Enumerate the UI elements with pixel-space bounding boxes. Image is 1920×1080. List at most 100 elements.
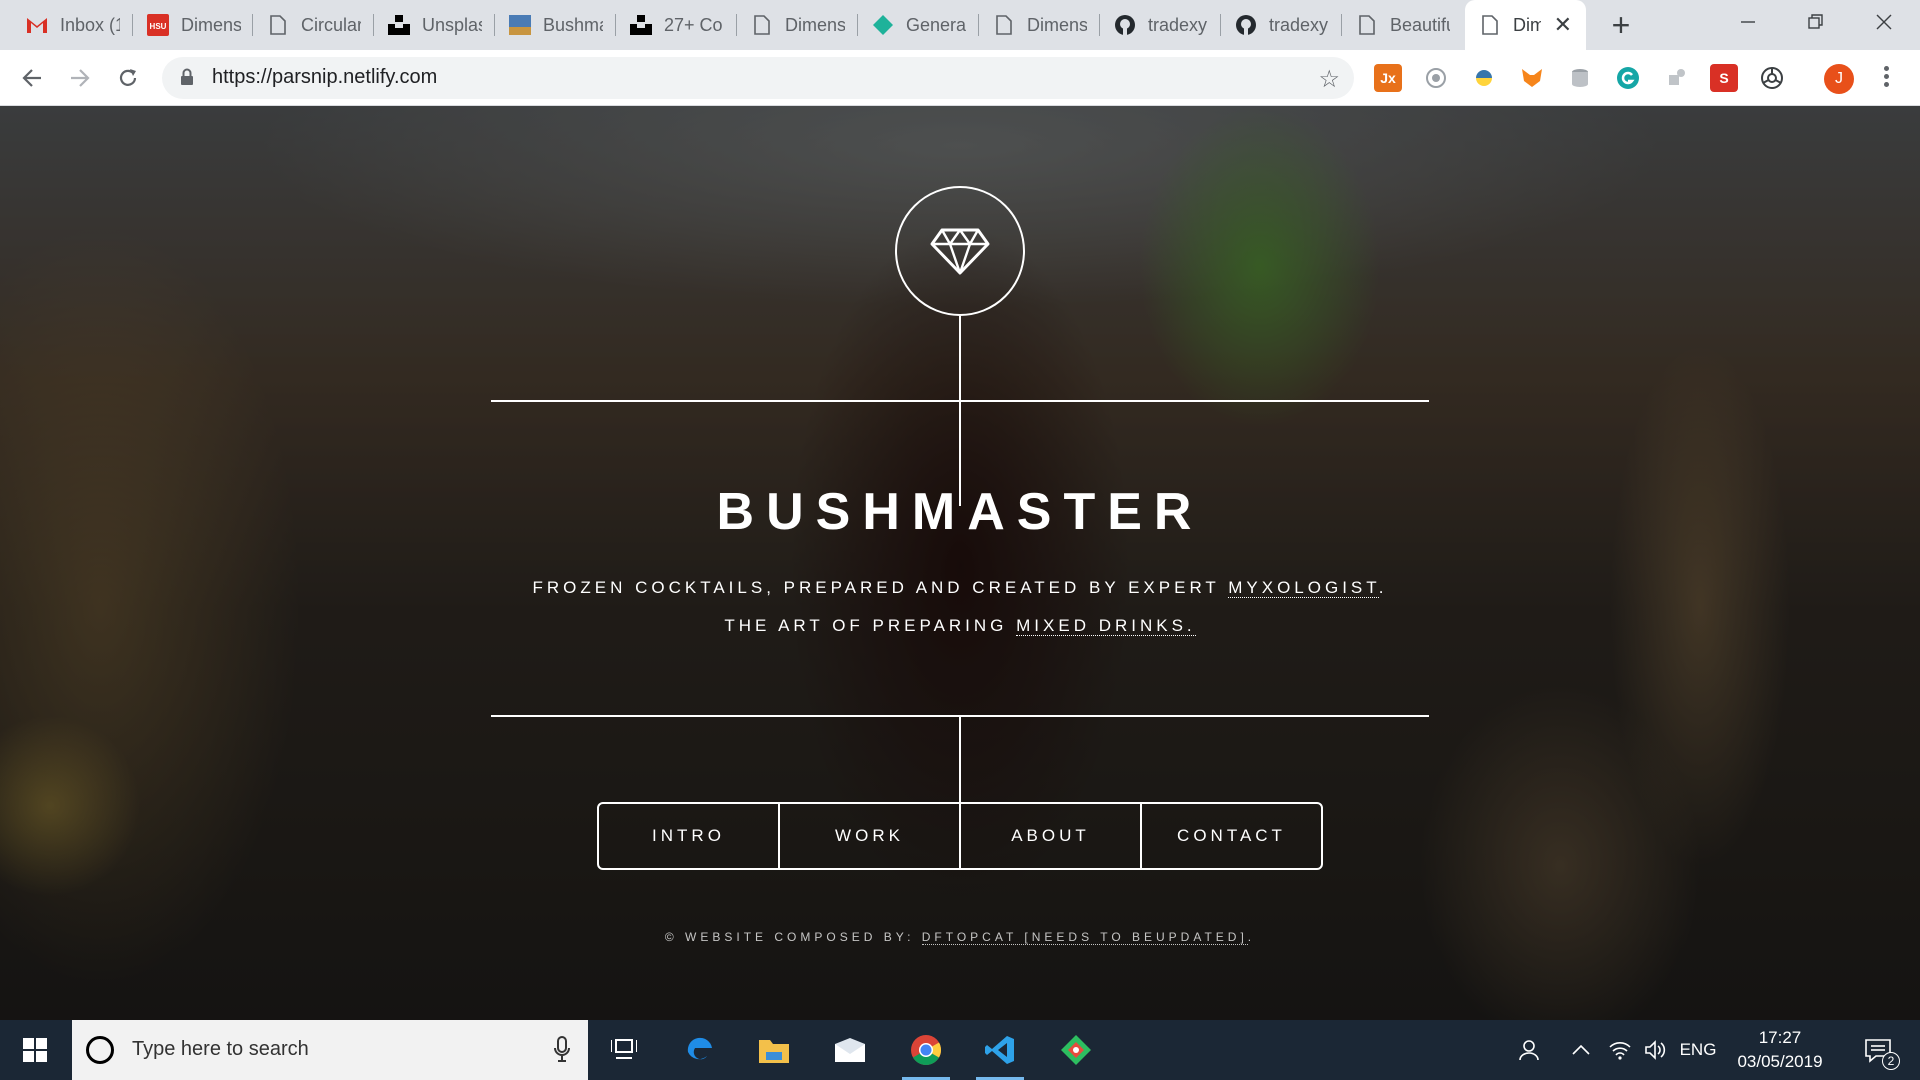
language-indicator[interactable]: ENG (1676, 1020, 1720, 1080)
tab-title: Dimens (181, 14, 241, 35)
tab-active-dim[interactable]: Dim ✕ (1465, 0, 1586, 50)
tab-tradexy-1[interactable]: tradexy (1100, 0, 1221, 50)
connector-line-bottom (959, 717, 961, 802)
diamond-icon (930, 228, 990, 275)
restore-button[interactable] (1782, 0, 1850, 44)
tab-title: Circular (301, 14, 361, 35)
wifi-icon[interactable] (1604, 1020, 1636, 1080)
chevron-up-icon[interactable] (1566, 1020, 1596, 1080)
chromium-extension-icon[interactable] (1758, 64, 1786, 92)
database-extension-icon[interactable] (1566, 64, 1594, 92)
unsplash-icon (388, 14, 410, 36)
cortana-icon (86, 1036, 114, 1064)
back-button[interactable] (14, 60, 50, 96)
bookmark-star-icon[interactable]: ☆ (1318, 65, 1340, 94)
unsplash-icon (630, 14, 652, 36)
tab-title: Unsplas (422, 14, 482, 35)
forward-button[interactable] (62, 60, 98, 96)
site-title: BUSHMASTER (716, 483, 1204, 541)
privacy-extension-icon[interactable] (1422, 64, 1450, 92)
tab-unsplash[interactable]: Unsplas (374, 0, 495, 50)
profile-avatar[interactable]: J (1824, 64, 1854, 94)
clock-date: 03/05/2019 (1737, 1052, 1823, 1071)
file-explorer-icon[interactable] (744, 1020, 804, 1080)
tab-circular[interactable]: Circular (253, 0, 374, 50)
page-icon (1479, 14, 1501, 36)
tab-bushmaster[interactable]: Bushma (495, 0, 616, 50)
tab-dimens-1[interactable]: HSU Dimens (133, 0, 253, 50)
tab-inbox[interactable]: Inbox (1 (12, 0, 133, 50)
tab-title: tradexy (1148, 14, 1208, 35)
tab-title: Dimens (785, 14, 845, 35)
volume-icon[interactable] (1640, 1020, 1672, 1080)
tab-tradexy-2[interactable]: tradexy (1221, 0, 1342, 50)
address-bar[interactable]: https://parsnip.netlify.com ☆ (162, 57, 1354, 99)
tab-dimens-2[interactable]: Dimens (737, 0, 858, 50)
taskbar-search[interactable]: Type here to search (72, 1020, 588, 1080)
tab-title: Dimens (1027, 14, 1087, 35)
nav-contact[interactable]: CONTACT (1142, 804, 1321, 868)
metamask-fox-icon[interactable] (1518, 64, 1546, 92)
gmail-icon (26, 14, 48, 36)
new-tab-button[interactable]: + (1602, 6, 1640, 44)
mixed-drinks-link[interactable]: MIXED DRINKS. (1016, 616, 1196, 636)
tab-title: Inbox (1 (60, 14, 120, 35)
nav-intro[interactable]: INTRO (599, 804, 780, 868)
github-icon (1235, 14, 1257, 36)
grammarly-extension-icon[interactable] (1614, 64, 1642, 92)
nav-work[interactable]: WORK (780, 804, 961, 868)
task-view-icon[interactable] (594, 1020, 654, 1080)
s-extension-icon[interactable]: S (1710, 64, 1738, 92)
notifications-icon[interactable]: 2 (1854, 1020, 1902, 1080)
hsu-icon: HSU (147, 14, 169, 36)
menu-dots-icon[interactable] (1876, 63, 1896, 95)
start-button[interactable] (0, 1020, 70, 1080)
minimize-button[interactable] (1714, 0, 1782, 44)
gitkraken-icon[interactable] (1046, 1020, 1106, 1080)
notification-count: 2 (1882, 1052, 1900, 1070)
close-window-button[interactable] (1850, 0, 1918, 44)
github-icon (1114, 14, 1136, 36)
footer-text: © WEBSITE COMPOSED BY: (664, 930, 922, 944)
clock-time: 17:27 (1758, 1028, 1802, 1047)
tab-general[interactable]: General (858, 0, 979, 50)
page-icon (993, 14, 1015, 36)
microphone-icon[interactable] (554, 1036, 570, 1067)
tab-title: 27+ Co (664, 14, 723, 35)
tagline-text: FROZEN COCKTAILS, PREPARED AND CREATED B… (532, 578, 1229, 597)
vscode-icon[interactable] (970, 1020, 1030, 1080)
tab-dimens-3[interactable]: Dimens (979, 0, 1100, 50)
python-extension-icon[interactable] (1470, 64, 1498, 92)
tagline-line-2: THE ART OF PREPARING MIXED DRINKS. (0, 616, 1920, 636)
tagline-text: THE ART OF PREPARING (724, 616, 1017, 635)
windows-taskbar: Type here to search ENG 17:27 03/05/2019 (0, 1020, 1920, 1080)
connector-line-top (959, 316, 961, 506)
tab-beautiful[interactable]: Beautifu (1342, 0, 1463, 50)
browser-toolbar: https://parsnip.netlify.com ☆ Jx S J (0, 50, 1920, 106)
diamond-icon (872, 14, 894, 36)
search-placeholder: Type here to search (132, 1038, 309, 1060)
chrome-icon[interactable] (896, 1020, 956, 1080)
clock[interactable]: 17:27 03/05/2019 (1720, 1026, 1840, 1074)
tab-title: Bushma (543, 14, 603, 35)
mail-icon[interactable] (820, 1020, 880, 1080)
nav-about[interactable]: ABOUT (961, 804, 1142, 868)
tab-title: Dim (1513, 14, 1541, 35)
puzzle-extension-icon[interactable] (1662, 64, 1690, 92)
author-link[interactable]: DFTOPCAT [NEEDS TO BEUPDATED] (921, 930, 1248, 945)
close-tab-icon[interactable]: ✕ (1554, 13, 1572, 37)
myxologist-link[interactable]: MYXOLOGIST (1228, 578, 1379, 598)
page-icon (751, 14, 773, 36)
image-icon (509, 14, 531, 36)
page-icon (267, 14, 289, 36)
tab-27-co[interactable]: 27+ Co (616, 0, 737, 50)
jx-extension-icon[interactable]: Jx (1374, 64, 1402, 92)
tab-title: General (906, 14, 966, 35)
tagline-line-1: FROZEN COCKTAILS, PREPARED AND CREATED B… (0, 578, 1920, 598)
people-icon[interactable] (1512, 1020, 1544, 1080)
edge-browser-icon[interactable] (670, 1020, 730, 1080)
tab-strip: Inbox (1 HSU Dimens Circular Unsplas Bus… (0, 0, 1920, 50)
url-text[interactable]: https://parsnip.netlify.com (212, 66, 437, 89)
reload-button[interactable] (110, 60, 146, 96)
lock-icon (180, 68, 194, 91)
